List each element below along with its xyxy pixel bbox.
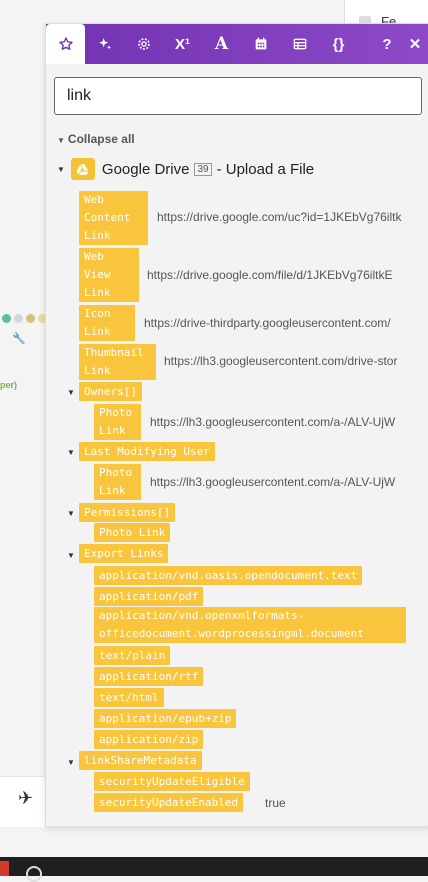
taskbar-chrome-icon[interactable] [26, 866, 42, 882]
field-value: https://lh3.googleusercontent.com/a-/ALV… [150, 475, 396, 489]
taskbar [0, 857, 428, 876]
module-action: - Upload a File [216, 160, 315, 178]
field-lmu-photo-link[interactable]: Photo Link [94, 464, 141, 500]
module-name: Google Drive [101, 160, 190, 178]
field-export-links[interactable]: Export Links [79, 544, 169, 563]
mapping-toolbar: X¹ A {} ? ✕ [46, 24, 428, 64]
module-header[interactable]: ▼ Google Drive 39 - Upload a File [57, 158, 314, 180]
field-value: https://drive.google.com/uc?id=1JKEbVg76… [157, 210, 402, 224]
field-owners[interactable]: Owners[] [79, 382, 142, 401]
export-link-item[interactable]: application/epub+zip [94, 709, 237, 728]
field-thumbnail-link[interactable]: Thumbnail Link [79, 344, 156, 380]
sparkle-icon[interactable] [85, 24, 124, 64]
field-perm-photo-link[interactable]: Photo Link [94, 523, 171, 542]
export-link-item[interactable]: text/plain [94, 646, 171, 665]
export-link-item[interactable]: application/vnd.oasis.opendocument.text [94, 566, 363, 585]
export-link-item[interactable]: application/vnd.openxmlformats- officedo… [94, 607, 406, 643]
wrench-icon: 🔧 [12, 333, 26, 345]
gear-icon[interactable] [124, 24, 163, 64]
caret-down-icon[interactable]: ▼ [67, 388, 75, 397]
star-icon[interactable] [46, 24, 85, 64]
taskbar-app-icon[interactable] [0, 861, 9, 876]
calendar-icon[interactable] [241, 24, 280, 64]
module-number-badge: 39 [194, 162, 212, 176]
caret-down-icon[interactable]: ▼ [67, 758, 75, 767]
field-last-modifying-user[interactable]: Last Modifying User [79, 442, 215, 461]
google-drive-icon [70, 158, 95, 180]
superscript-icon[interactable]: X¹ [163, 24, 202, 64]
field-security-update-eligible[interactable]: securityUpdateEligible [94, 772, 250, 791]
background-canvas [0, 0, 46, 876]
close-icon[interactable]: ✕ [401, 24, 428, 64]
field-web-content-link[interactable]: Web Content Link [79, 191, 148, 245]
field-value: https://lh3.googleusercontent.com/drive-… [164, 354, 398, 368]
help-icon[interactable]: ? [373, 24, 401, 64]
field-value: https://drive-thirdparty.googleuserconte… [144, 316, 391, 330]
background-side-text: per) [0, 380, 18, 390]
field-link-share-metadata[interactable]: linkShareMetadata [79, 751, 202, 770]
collapse-all-label: Collapse all [67, 132, 135, 146]
caret-down-icon[interactable]: ▼ [67, 509, 75, 518]
field-security-update-enabled[interactable]: securityUpdateEnabled [94, 793, 244, 812]
caret-down-icon: ▼ [57, 164, 65, 174]
module-status-dots [2, 314, 47, 323]
export-link-item[interactable]: application/rtf [94, 667, 204, 686]
caret-down-icon[interactable]: ▼ [67, 551, 75, 560]
text-icon[interactable]: A [202, 24, 241, 64]
field-web-view-link[interactable]: Web View Link [79, 248, 139, 302]
export-link-item[interactable]: application/zip [94, 730, 204, 749]
field-permissions[interactable]: Permissions[] [79, 503, 176, 522]
export-link-item[interactable]: text/html [94, 688, 164, 707]
field-owners-photo-link[interactable]: Photo Link [94, 404, 141, 440]
caret-down-icon: ▼ [57, 136, 65, 145]
search-input[interactable] [54, 77, 422, 115]
caret-down-icon[interactable]: ▼ [67, 448, 75, 457]
airplane-icon[interactable]: ✈ [18, 788, 33, 809]
braces-icon[interactable]: {} [319, 24, 358, 64]
table-icon[interactable] [280, 24, 319, 64]
text-icon-label: A [214, 34, 229, 54]
field-value: true [265, 796, 286, 810]
export-link-item[interactable]: application/pdf [94, 587, 204, 606]
mapping-panel: X¹ A {} ? ✕ ▼Collapse all ▼ Google Drive… [45, 23, 428, 827]
background-top-right-panel: Fe [344, 0, 428, 29]
field-icon-link[interactable]: Icon Link [79, 305, 135, 341]
search-box [54, 77, 422, 115]
collapse-all-button[interactable]: ▼ Collapse all [57, 132, 135, 146]
field-value: https://lh3.googleusercontent.com/a-/ALV… [150, 415, 396, 429]
field-value: https://drive.google.com/file/d/1JKEbVg7… [147, 268, 393, 282]
